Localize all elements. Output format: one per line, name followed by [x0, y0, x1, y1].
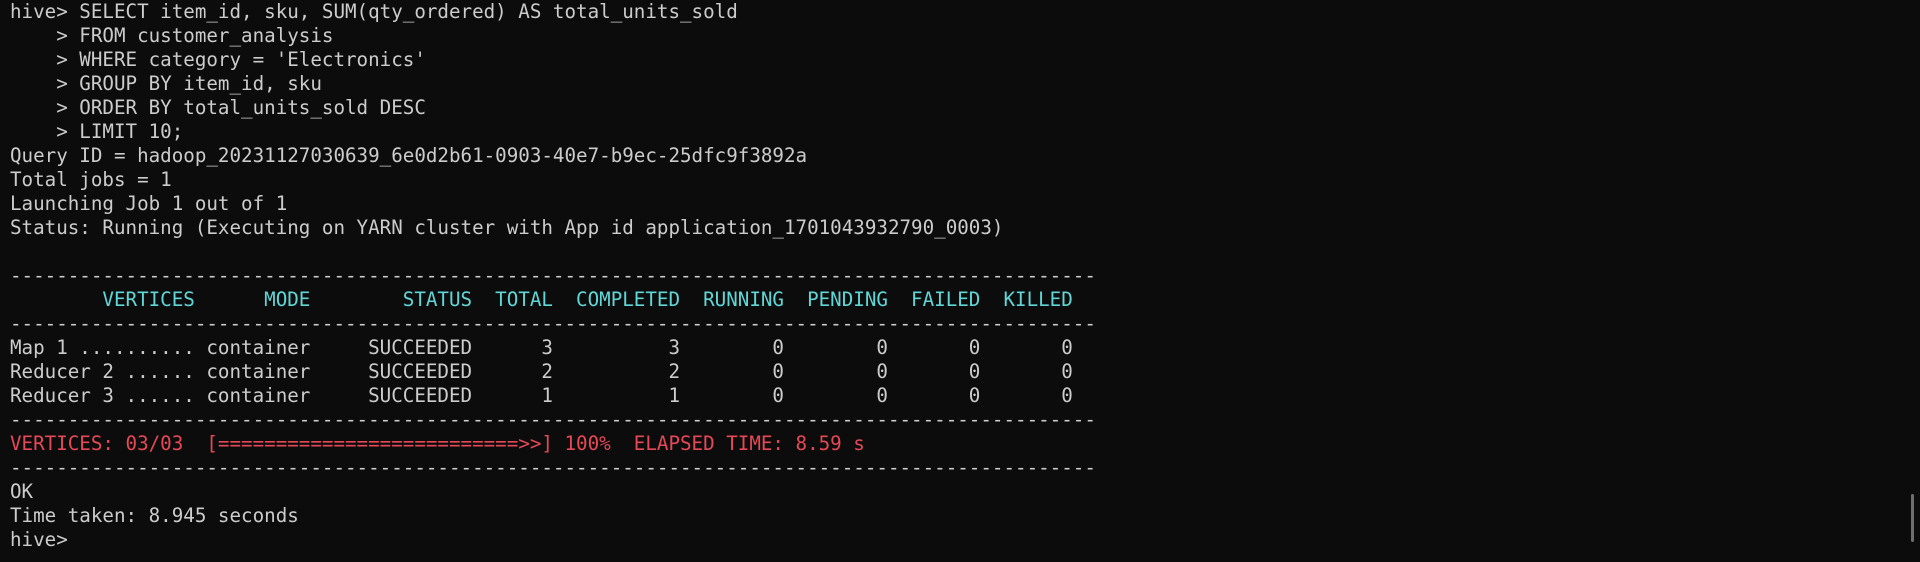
- terminal-window[interactable]: { "terminal": { "lines": [ {"text": "hiv…: [0, 0, 1920, 562]
- total-jobs-line: Total jobs = 1: [10, 168, 172, 191]
- status-line: Status: Running (Executing on YARN clust…: [10, 216, 1004, 239]
- continuation-line-order-by: > ORDER BY total_units_sold DESC: [10, 96, 426, 119]
- scrollbar-thumb[interactable]: [1911, 494, 1914, 542]
- progress-summary-line: VERTICES: 03/03 [=======================…: [10, 432, 865, 455]
- continuation-line-group-by: > GROUP BY item_id, sku: [10, 72, 322, 95]
- launching-job-line: Launching Job 1 out of 1: [10, 192, 288, 215]
- table-row-map-1: Map 1 .......... container SUCCEEDED 3 3…: [10, 336, 1073, 359]
- table-divider-header: ----------------------------------------…: [10, 312, 1096, 335]
- query-id-line: Query ID = hadoop_20231127030639_6e0d2b6…: [10, 144, 808, 167]
- table-row-reducer-3: Reducer 3 ...... container SUCCEEDED 1 1…: [10, 384, 1073, 407]
- continuation-line-where: > WHERE category = 'Electronics': [10, 48, 426, 71]
- ok-line: OK: [10, 480, 34, 503]
- table-divider-top: ----------------------------------------…: [10, 264, 1096, 287]
- table-divider-body: ----------------------------------------…: [10, 408, 1096, 431]
- table-row-reducer-2: Reducer 2 ...... container SUCCEEDED 2 2…: [10, 360, 1073, 383]
- time-taken-line: Time taken: 8.945 seconds: [10, 504, 299, 527]
- hive-prompt[interactable]: hive>: [10, 528, 1890, 552]
- table-divider-bottom: ----------------------------------------…: [10, 456, 1096, 479]
- continuation-line-from: > FROM customer_analysis: [10, 24, 334, 47]
- prompt-line-select: hive> SELECT item_id, sku, SUM(qty_order…: [10, 0, 738, 23]
- terminal-output[interactable]: hive> SELECT item_id, sku, SUM(qty_order…: [10, 0, 1890, 562]
- table-header-row: VERTICES MODE STATUS TOTAL COMPLETED RUN…: [10, 288, 1073, 311]
- continuation-line-limit: > LIMIT 10;: [10, 120, 184, 143]
